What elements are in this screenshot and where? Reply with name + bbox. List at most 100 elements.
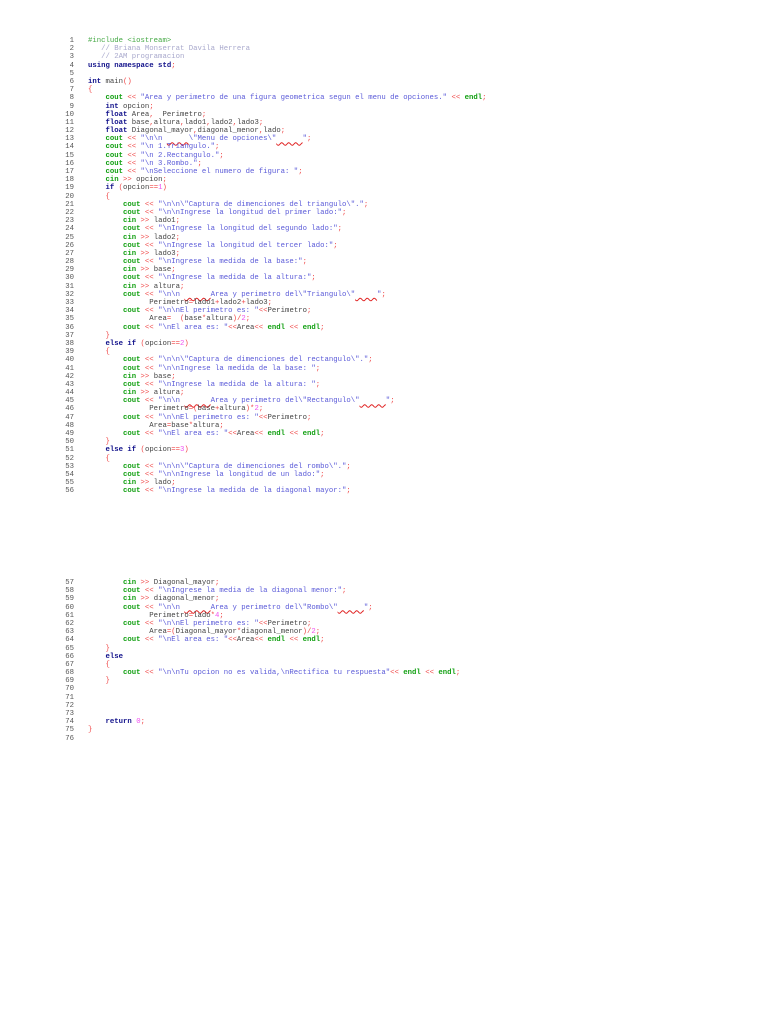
stream-token: cout — [105, 94, 124, 103]
operator-token: } — [105, 438, 110, 447]
operator-token: << — [140, 290, 159, 299]
operator-token: ; — [175, 233, 180, 242]
identifier-token — [88, 677, 106, 685]
operator-token: ; — [258, 118, 264, 127]
operator-token: ; — [162, 176, 167, 185]
operator-token: << — [140, 619, 159, 628]
identifier-token — [88, 340, 106, 348]
string-token: \"Menu de opciones\" — [188, 135, 277, 144]
identifier-token — [171, 315, 180, 323]
string-token: "\n\n\"Captura de dimenciones del triang… — [158, 200, 364, 209]
code-text: float Area, Perimetro; — [88, 111, 207, 119]
operator-token: ; — [197, 159, 202, 168]
operator-token: { — [88, 86, 93, 95]
identifier-token: Perimetro — [88, 405, 189, 414]
operator-token: << — [140, 397, 159, 406]
code-text: return 0; — [88, 718, 145, 726]
string-token: "\n\n — [158, 603, 185, 612]
identifier-token: Area — [88, 315, 167, 324]
line-number: 50 — [65, 438, 74, 447]
operator-token: ( — [136, 446, 145, 455]
identifier-token: Perimetro — [88, 611, 189, 620]
operator-token: << — [285, 636, 303, 645]
operator-token: << — [140, 208, 159, 217]
spellcheck-squiggle — [184, 291, 210, 299]
identifier-token — [88, 718, 106, 726]
operator-token: ; — [171, 479, 176, 488]
code-text: Area=(Diagonal_mayor*diagonal_menor)/2; — [88, 628, 320, 636]
string-token: "\n\nEl perimetro es: " — [158, 307, 259, 316]
operator-token: << — [140, 669, 159, 678]
operator-token: ; — [337, 225, 342, 234]
identifier-token — [88, 653, 106, 661]
code-text: } — [88, 645, 110, 653]
identifier-token — [88, 160, 106, 168]
stream-token: cout — [123, 356, 141, 365]
operator-token: == — [149, 184, 159, 193]
stream-token: endl — [464, 94, 483, 103]
code-text: cout << "\n\nTu opcion no es valida,\nRe… — [88, 669, 460, 677]
operator-token: ; — [245, 315, 251, 324]
line-number: 55 — [65, 479, 74, 488]
line-number: 27 — [65, 249, 74, 258]
identifier-token — [88, 324, 123, 332]
operator-token: >> — [136, 282, 154, 291]
stream-token: cin — [123, 282, 137, 291]
operator-token: << — [140, 430, 159, 438]
identifier-token: Perimetro — [267, 619, 307, 628]
code-text: using namespace std; — [88, 62, 176, 70]
operator-token: << — [228, 323, 237, 332]
line-number: 17 — [65, 168, 74, 176]
code-text: cout << "\n\n Area y perimetro del\"Romb… — [88, 604, 373, 612]
code-text: cout << "\nEl area es: "<<Area<< endl <<… — [88, 636, 324, 644]
operator-token: ; — [341, 587, 347, 596]
operator-token: ; — [215, 579, 220, 587]
keyword-token: int — [105, 102, 119, 111]
identifier-token: base — [153, 266, 172, 275]
stream-token: cin — [123, 579, 137, 587]
identifier-token: Area — [236, 430, 255, 438]
line-number: 48 — [65, 421, 74, 430]
code-text: int main() — [88, 78, 132, 86]
identifier-token: opcion — [144, 339, 172, 348]
spellcheck-squiggle — [276, 135, 302, 143]
keyword-token: else if — [105, 446, 137, 455]
string-token: "\nIngrese la medida de la altura: " — [158, 380, 316, 389]
comment-token: // Briana Monserrat Davila Herrera — [88, 45, 251, 54]
line-number: 3 — [69, 53, 74, 62]
stream-token: endl — [302, 323, 321, 332]
operator-token: >> — [136, 479, 154, 488]
operator-token: ; — [306, 619, 312, 628]
operator-token: { — [105, 192, 110, 201]
operator-token: ; — [219, 151, 224, 160]
code-text: cin >> lado; — [88, 479, 176, 487]
identifier-token — [88, 389, 123, 397]
identifier-token: opcion — [123, 184, 150, 193]
operator-token: =( — [166, 628, 176, 637]
identifier-token — [88, 620, 123, 628]
string-token: "\n\n\"Captura de dimenciones del rombo\… — [158, 462, 347, 471]
operator-token: ) — [162, 184, 167, 193]
line-number: 72 — [65, 701, 74, 710]
stream-token: cout — [123, 487, 141, 496]
operator-token: << — [228, 430, 237, 438]
identifier-token — [88, 111, 106, 119]
code-text: cout << "Area y perimetro de una figura … — [88, 94, 487, 102]
code-text: cout << "\n\nEl perimetro es: "<<Perimet… — [88, 307, 311, 315]
identifier-token: Area — [236, 636, 255, 645]
operator-token: ; — [175, 217, 180, 226]
identifier-token — [88, 266, 123, 274]
stream-token: cout — [123, 470, 141, 479]
operator-token: << — [140, 241, 159, 250]
stream-token: cin — [123, 372, 137, 381]
code-text: cout << "\n 3.Rombo."; — [88, 160, 202, 168]
operator-token: ; — [346, 487, 351, 496]
line-number: 22 — [65, 208, 74, 217]
line-number: 29 — [65, 266, 74, 275]
spellcheck-squiggle — [184, 397, 210, 405]
code-text: // Briana Monserrat Davila Herrera — [88, 45, 250, 53]
line-number: 5 — [69, 69, 74, 78]
operator-token: << — [140, 587, 159, 596]
code-text: cin >> diagonal_menor; — [88, 595, 219, 603]
operator-token: << — [228, 636, 237, 645]
